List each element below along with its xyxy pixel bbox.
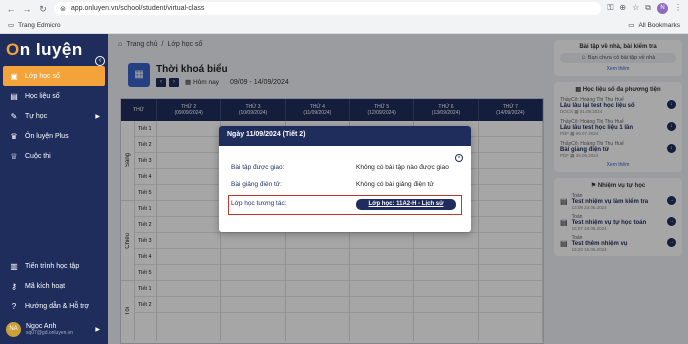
reload-icon[interactable]: ↻ (38, 4, 48, 14)
class-icon: ▣ (10, 71, 18, 81)
study-icon: ✎ (10, 111, 18, 121)
avatar: NA (6, 322, 21, 337)
site-info-icon[interactable]: ⊜ (60, 5, 66, 13)
sidebar-item-on-luyen-plus[interactable]: ♛ Ôn luyện Plus (0, 126, 108, 146)
close-icon[interactable]: × (455, 154, 463, 162)
folder-icon: ▭ (628, 22, 635, 29)
menu-icon[interactable]: ⋮ (674, 3, 682, 14)
sidebar-item-cuoc-thi[interactable]: ♕ Cuộc thi (0, 146, 108, 166)
key-icon: ⚷ (11, 281, 17, 291)
help-icon: ? (11, 301, 17, 311)
url-text: app.onluyen.vn/school/student/virtual-cl… (70, 5, 205, 12)
profile-avatar[interactable]: N (657, 3, 668, 14)
sidebar-item-lop-hoc-so[interactable]: ▣ Lớp học số (3, 66, 105, 86)
join-class-button[interactable]: Lớp học: 11A2-H - Lịch sử (356, 199, 456, 210)
class-label: Lớp học tương tác: (231, 200, 287, 207)
sidebar-item-ma-kich-hoat[interactable]: ⚷ Mã kích hoạt (0, 276, 108, 296)
all-bookmarks[interactable]: All Bookmarks (638, 22, 680, 29)
book-icon: ▤ (10, 91, 18, 101)
user-email: sq07@gd.onluyen.vn (26, 330, 74, 336)
user-name: Ngọc Anh (26, 323, 57, 330)
chevron-right-icon: ▶ (95, 113, 100, 120)
interactive-class-row: Lớp học tương tác: Lớp học: 11A2-H - Lịc… (228, 195, 462, 215)
modal-title: Ngày 11/09/2024 (Tiết 2) (219, 126, 471, 146)
sidebar-item-hoc-lieu-so[interactable]: ▤ Học liệu số (0, 86, 108, 106)
lecture-value: Không có bài giảng điện tử (356, 181, 434, 188)
logo: On luyện (6, 40, 83, 59)
chart-icon: ▥ (10, 261, 18, 271)
homework-label: Bài tập được giao: (231, 164, 285, 171)
browser-chrome: ← → ↻ ⊜ app.onluyen.vn/school/student/vi… (0, 0, 688, 34)
zoom-icon[interactable]: ⊕ (619, 3, 626, 14)
extensions-icon[interactable]: ⧉ (645, 3, 651, 14)
folder-icon: ▭ (8, 22, 15, 29)
cup-icon: ♕ (10, 151, 18, 161)
key-icon[interactable]: ⚿ (607, 3, 613, 14)
user-profile[interactable]: NA Ngọc Anh sq07@gd.onluyen.vn ▶ (0, 316, 108, 337)
address-bar[interactable]: ⊜ app.onluyen.vn/school/student/virtual-… (54, 2, 602, 15)
back-icon[interactable]: ← (6, 4, 16, 14)
sidebar-item-huong-dan[interactable]: ? Hướng dẫn & Hỗ trợ (0, 296, 108, 316)
trophy-icon: ♛ (10, 131, 18, 141)
period-detail-modal: Ngày 11/09/2024 (Tiết 2) × Bài tập được … (219, 126, 471, 232)
bookmark-trang-edmicro[interactable]: Trang Edmicro (18, 22, 60, 29)
collapse-sidebar-icon[interactable]: ‹ (95, 56, 105, 66)
homework-value: Không có bài tập nào được giao (356, 164, 449, 171)
star-icon[interactable]: ☆ (632, 3, 639, 14)
chevron-right-icon: ▶ (95, 327, 100, 333)
lecture-label: Bài giảng điện tử: (231, 181, 282, 188)
sidebar-item-tu-hoc[interactable]: ✎ Tự học ▶ (0, 106, 108, 126)
sidebar: On luyện ‹ ▣ Lớp học số ▤ Học liệu số ✎ … (0, 34, 108, 344)
forward-icon[interactable]: → (22, 4, 32, 14)
sidebar-item-tien-trinh[interactable]: ▥ Tiến trình học tập (0, 256, 108, 276)
